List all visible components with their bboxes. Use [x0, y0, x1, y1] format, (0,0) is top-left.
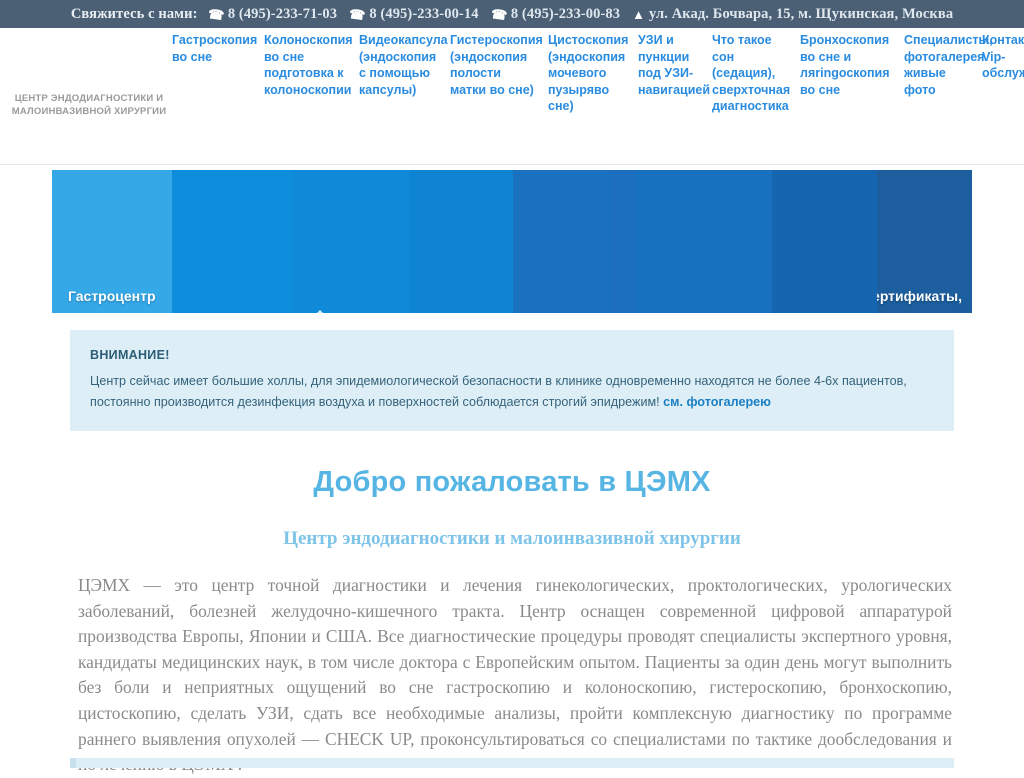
- alert-title: ВНИМАНИЕ!: [90, 348, 170, 362]
- slide-4[interactable]: [409, 170, 513, 313]
- photo-gallery-link[interactable]: см. фотогалерею: [663, 395, 771, 409]
- alert-body: Центр сейчас имеет большие холлы, для эп…: [90, 371, 930, 413]
- banner-section: Гастроцентр Сертификаты,: [0, 165, 1024, 317]
- slider[interactable]: Гастроцентр Сертификаты,: [52, 170, 972, 313]
- nav-item-hysteroscopy[interactable]: Гистероскопия (эндоскопия полости матки …: [450, 32, 543, 98]
- slide-8[interactable]: [772, 170, 877, 313]
- slide-9[interactable]: Сертификаты,: [877, 170, 972, 313]
- slide-1[interactable]: Гастроцентр: [52, 170, 172, 313]
- nav-item-gastroscopy[interactable]: Гастроскопия во сне: [172, 32, 258, 65]
- nav-item-cystoscopy[interactable]: Цистоскопия (эндоскопия мочевого пузыряв…: [548, 32, 632, 115]
- address-text: ул. Акад. Бочвара, 15, м. Щукинская, Мос…: [649, 5, 954, 22]
- nav-item-videocapsule[interactable]: Видеокапсула (эндоскопия с помощью капсу…: [359, 32, 448, 98]
- slide-caption-1: Гастроцентр: [68, 288, 156, 304]
- site-header: Центр эндодиагностики и малоинвазивной х…: [0, 28, 1024, 165]
- logo-text: Центр эндодиагностики и малоинвазивной х…: [11, 93, 167, 117]
- phone-number-1: 8 (495)-233-71-03: [227, 5, 338, 22]
- phone-number-2: 8 (495)-233-00-14: [369, 5, 479, 22]
- slide-7[interactable]: [637, 170, 772, 313]
- site-logo[interactable]: Центр эндодиагностики и малоинвазивной х…: [0, 92, 178, 118]
- nav-item-specialists[interactable]: Специалисты, фотогалерея живые фото: [904, 32, 993, 98]
- slide-3[interactable]: [292, 170, 409, 313]
- phone-icon: ☎: [348, 5, 367, 23]
- address-link[interactable]: ▲ ул. Акад. Бочвара, 15, м. Щукинская, М…: [632, 6, 953, 23]
- nav-item-contacts[interactable]: Контакты Vip-обслуживание: [982, 32, 1024, 82]
- nav-item-ultrasound[interactable]: УЗИ и пункции под УЗИ-навигацией: [638, 32, 710, 98]
- slide-2[interactable]: [172, 170, 292, 313]
- phone-number-3: 8 (495)-233-00-83: [510, 5, 621, 22]
- alert-text: Центр сейчас имеет большие холлы, для эп…: [90, 374, 907, 409]
- top-contact-bar: Свяжитесь с нами: ☎ 8 (495)-233-71-03 ☎ …: [0, 0, 1024, 28]
- phone-icon: ☎: [489, 5, 508, 23]
- attention-alert: ВНИМАНИЕ! Центр сейчас имеет большие хол…: [70, 330, 954, 431]
- page-title: Добро пожаловать в ЦЭМХ: [313, 466, 711, 498]
- intro-paragraph: ЦЭМХ — это центр точной диагностики и ле…: [78, 575, 952, 774]
- main-content: Добро пожаловать в ЦЭМХ Центр эндодиагно…: [0, 452, 1024, 778]
- phone-link-3[interactable]: ☎ 8 (495)-233-00-83: [489, 5, 621, 23]
- slide-caption-9: Сертификаты,: [877, 288, 962, 304]
- main-navigation: Гастроскопия во сне Колоноскопия во сне …: [172, 32, 1024, 115]
- nav-item-bronchoscopy[interactable]: Бронхоскопия во сне и ляringоскопия во с…: [800, 32, 898, 98]
- nav-item-sedation[interactable]: Что такое сон (седация), сверхточная диа…: [712, 32, 794, 115]
- contact-label: Свяжитесь с нами:: [70, 5, 198, 22]
- caret-up-icon[interactable]: [313, 310, 327, 317]
- home-icon: ▲: [632, 6, 646, 22]
- panel-accent-bar: [70, 758, 76, 768]
- bottom-panel: [70, 758, 954, 768]
- slide-5[interactable]: [513, 170, 611, 313]
- slide-6[interactable]: [611, 170, 637, 313]
- page-subtitle: Центр эндодиагностики и малоинвазивной х…: [283, 528, 741, 549]
- phone-link-2[interactable]: ☎ 8 (495)-233-00-14: [348, 5, 479, 23]
- phone-icon: ☎: [206, 5, 225, 23]
- phone-link-1[interactable]: ☎ 8 (495)-233-71-03: [206, 5, 338, 23]
- nav-item-colonoscopy[interactable]: Колоноскопия во сне подготовка к колонос…: [264, 32, 353, 98]
